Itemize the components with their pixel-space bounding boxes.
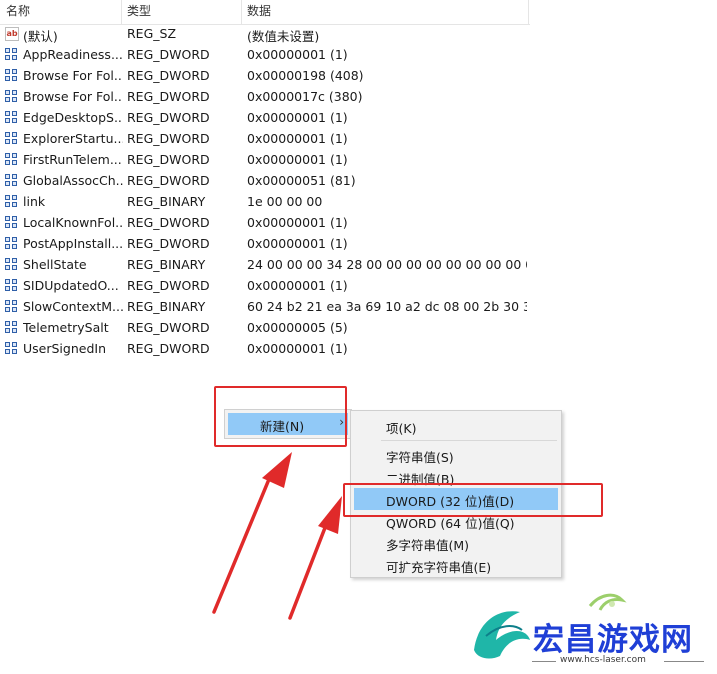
watermark-title: 宏昌游戏网 (533, 622, 693, 658)
red-arrow-icon (212, 452, 292, 614)
watermark-divider (532, 661, 556, 662)
red-arrow-icon (288, 496, 342, 620)
watermark-divider (664, 661, 704, 662)
annotation-arrows (212, 452, 627, 659)
watermark-url: www.hcs-laser.com (560, 655, 646, 665)
